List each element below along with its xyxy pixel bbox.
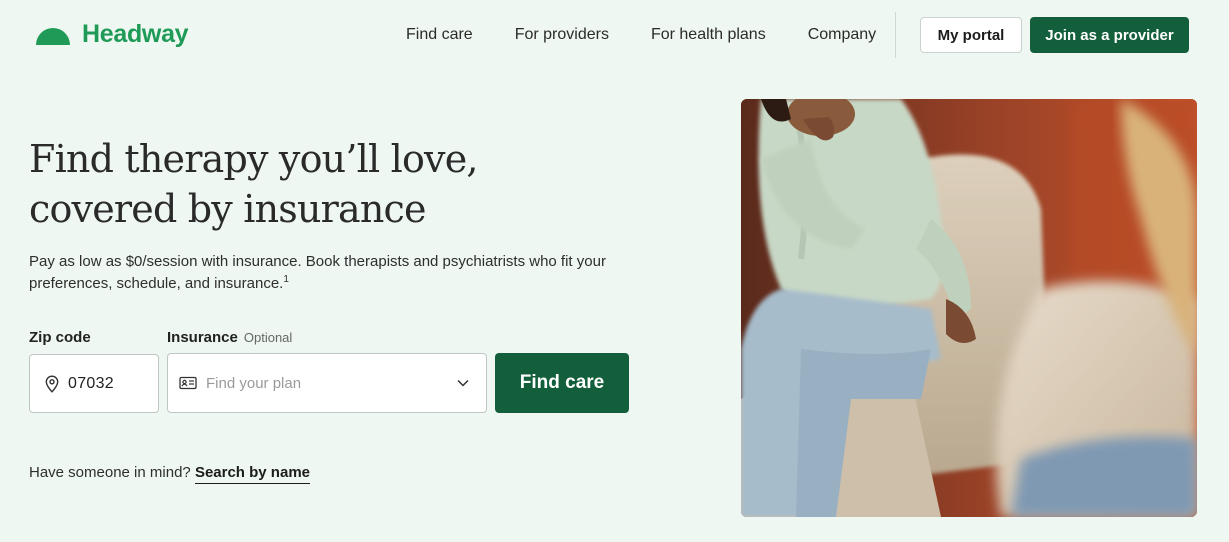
hero-title: Find therapy you’ll love, covered by ins… bbox=[29, 134, 589, 234]
nav-link-find-care[interactable]: Find care bbox=[385, 25, 494, 45]
hero-photo bbox=[741, 99, 1197, 517]
nav-divider bbox=[895, 12, 896, 58]
insurance-plan-select[interactable]: Find your plan bbox=[167, 353, 487, 413]
insurance-label-text: Insurance bbox=[167, 329, 238, 346]
zip-code-label: Zip code bbox=[29, 329, 91, 346]
location-pin-icon bbox=[45, 374, 59, 393]
zip-code-value: 07032 bbox=[68, 374, 114, 392]
hero-title-line-1: Find therapy you’ll love, bbox=[29, 137, 478, 181]
insurance-optional-hint: Optional bbox=[243, 330, 293, 345]
join-as-provider-button[interactable]: Join as a provider bbox=[1030, 17, 1189, 53]
nav-links: Find care For providers For health plans… bbox=[385, 0, 897, 70]
footnote-marker[interactable]: 1 bbox=[283, 274, 289, 285]
insurance-label: Insurance Optional bbox=[167, 329, 292, 346]
headway-logo-text: Headway bbox=[82, 20, 189, 48]
chevron-down-icon[interactable] bbox=[456, 376, 470, 390]
top-nav: Headway Find care For providers For heal… bbox=[0, 0, 1229, 70]
insurance-placeholder: Find your plan bbox=[206, 374, 302, 392]
insurance-card-icon bbox=[179, 376, 197, 390]
my-portal-button[interactable]: My portal bbox=[920, 17, 1022, 53]
hero-subtitle: Pay as low as $0/session with insurance.… bbox=[29, 251, 649, 295]
find-care-button[interactable]: Find care bbox=[495, 353, 629, 413]
headway-logo[interactable]: Headway bbox=[36, 17, 189, 51]
someone-in-mind-text: Have someone in mind? bbox=[29, 464, 191, 481]
hero-subtitle-text: Pay as low as $0/session with insurance.… bbox=[29, 253, 606, 292]
headway-logo-mark-icon bbox=[36, 27, 70, 45]
therapy-session-illustration bbox=[741, 99, 1197, 517]
nav-link-for-providers[interactable]: For providers bbox=[494, 25, 630, 45]
nav-link-company[interactable]: Company bbox=[787, 25, 897, 45]
search-by-name-row: Have someone in mind? Search by name bbox=[29, 464, 310, 484]
nav-link-for-health-plans[interactable]: For health plans bbox=[630, 25, 787, 45]
search-by-name-link[interactable]: Search by name bbox=[194, 464, 310, 484]
zip-code-input[interactable]: 07032 bbox=[29, 354, 159, 413]
hero-title-line-2: covered by insurance bbox=[29, 187, 427, 231]
